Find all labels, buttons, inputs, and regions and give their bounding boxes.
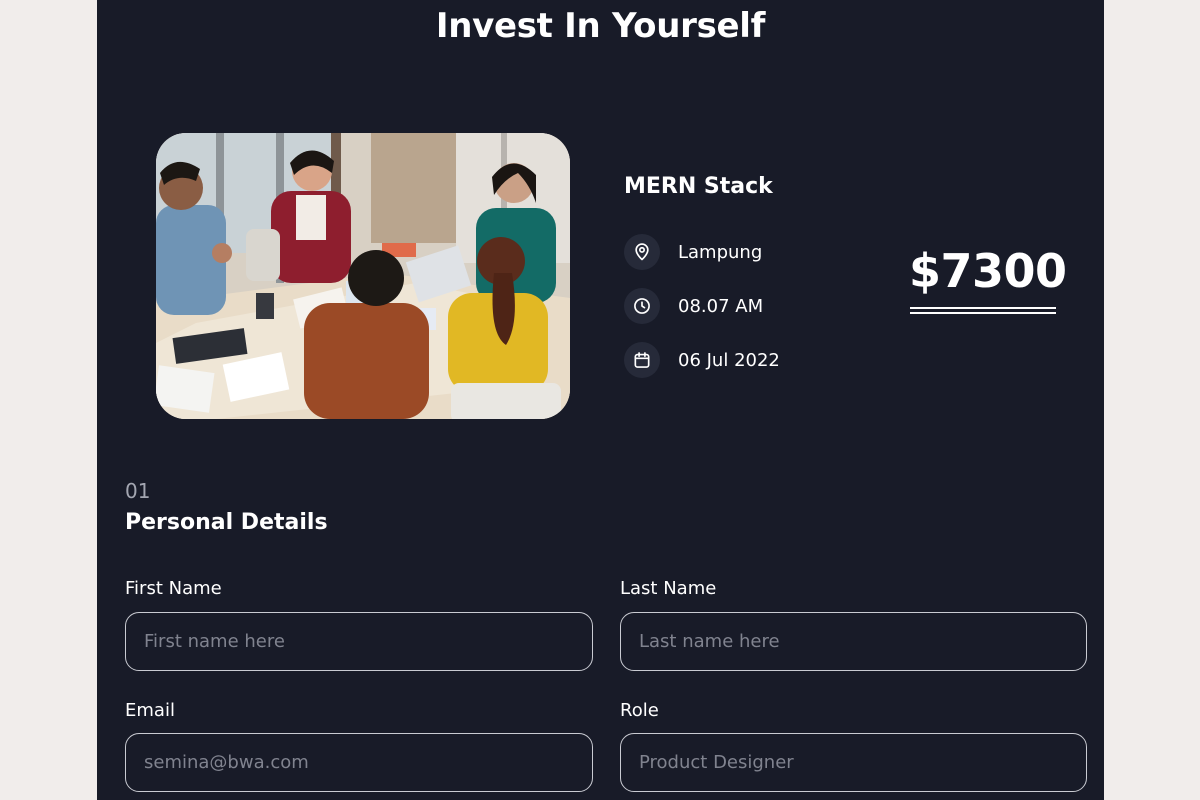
email-label: Email	[125, 700, 175, 721]
first-name-label: First Name	[125, 578, 222, 599]
location-row: Lampung	[624, 234, 762, 270]
price-underline-second	[910, 312, 1056, 314]
last-name-label: Last Name	[620, 578, 717, 599]
course-name: MERN Stack	[624, 174, 773, 199]
time-text: 08.07 AM	[678, 295, 764, 317]
section-title: Personal Details	[125, 510, 328, 535]
page-title: Invest In Yourself	[435, 6, 766, 46]
clock-icon	[624, 288, 660, 324]
calendar-icon	[624, 342, 660, 378]
main-panel: Invest In Yourself MERN Stack Lampung 08…	[97, 0, 1104, 800]
date-text: 06 Jul 2022	[678, 349, 780, 371]
role-label: Role	[620, 700, 659, 721]
date-row: 06 Jul 2022	[624, 342, 780, 378]
course-photo	[156, 133, 570, 419]
step-number: 01	[125, 479, 151, 503]
role-field[interactable]	[620, 733, 1087, 792]
email-field[interactable]	[125, 733, 593, 792]
time-row: 08.07 AM	[624, 288, 763, 324]
location-text: Lampung	[678, 241, 763, 263]
location-pin-icon	[624, 234, 660, 270]
team-meeting-photo	[156, 133, 570, 419]
last-name-field[interactable]	[620, 612, 1087, 671]
first-name-field[interactable]	[125, 612, 593, 671]
course-price: $7300	[909, 244, 1067, 298]
price-underline	[910, 307, 1056, 309]
